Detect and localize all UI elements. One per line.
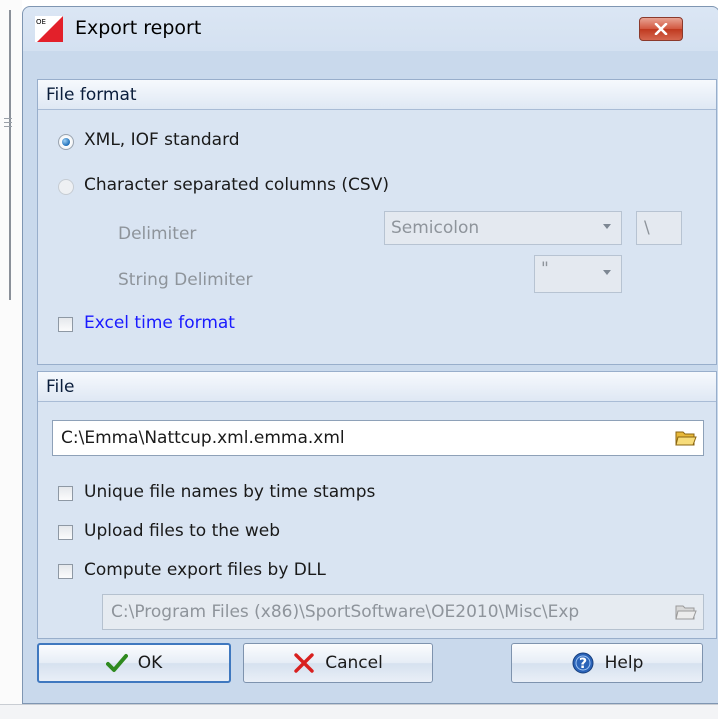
background-tick xyxy=(4,122,12,123)
delimiter-custom-value: \ xyxy=(644,218,650,238)
background-tick xyxy=(4,126,12,127)
compute-dll-label[interactable]: Compute export files by DLL xyxy=(84,560,326,580)
dll-path-value: C:\Program Files (x86)\SportSoftware\OE2… xyxy=(111,602,580,622)
help-button[interactable]: ? Help xyxy=(511,643,703,683)
file-path-input[interactable]: C:\Emma\Nattcup.xml.emma.xml xyxy=(52,420,704,456)
string-delimiter-label: String Delimiter xyxy=(118,270,253,290)
folder-open-icon[interactable] xyxy=(675,429,697,447)
upload-web-checkbox[interactable] xyxy=(58,525,73,540)
cancel-x-icon xyxy=(294,653,314,673)
close-button[interactable] xyxy=(639,17,683,41)
unique-names-label[interactable]: Unique file names by time stamps xyxy=(84,482,375,502)
upload-web-label[interactable]: Upload files to the web xyxy=(84,521,280,541)
svg-text:OE: OE xyxy=(36,18,46,26)
excel-time-label[interactable]: Excel time format xyxy=(84,313,235,333)
folder-open-icon[interactable] xyxy=(675,603,697,621)
delimiter-custom-input[interactable]: \ xyxy=(636,211,682,245)
help-button-label: Help xyxy=(604,653,644,673)
xml-radio[interactable] xyxy=(58,134,74,150)
close-icon xyxy=(654,23,668,35)
delimiter-select[interactable]: Semicolon xyxy=(384,211,622,245)
xml-radio-label[interactable]: XML, IOF standard xyxy=(84,130,240,150)
string-delimiter-value: " xyxy=(541,259,549,279)
chevron-down-icon xyxy=(603,224,611,229)
unique-names-checkbox[interactable] xyxy=(58,486,73,501)
ok-button-label: OK xyxy=(137,653,163,673)
compute-dll-checkbox[interactable] xyxy=(58,564,73,579)
delimiter-value: Semicolon xyxy=(391,218,480,238)
background-tick xyxy=(4,118,12,119)
help-icon: ? xyxy=(572,652,594,674)
file-format-panel: File format XML, IOF standard Character … xyxy=(37,79,717,365)
dll-path-input[interactable]: C:\Program Files (x86)\SportSoftware\OE2… xyxy=(102,594,704,630)
csv-radio[interactable] xyxy=(58,179,74,195)
cancel-button[interactable]: Cancel xyxy=(243,643,433,683)
file-format-header: File format xyxy=(38,80,716,110)
export-report-dialog: OE Export report File format XML, IOF st… xyxy=(22,6,718,704)
chevron-down-icon xyxy=(603,270,611,275)
csv-radio-label[interactable]: Character separated columns (CSV) xyxy=(84,175,389,195)
oe-app-icon: OE xyxy=(35,16,63,42)
background-status-area xyxy=(0,704,718,719)
file-panel: File C:\Emma\Nattcup.xml.emma.xml Unique… xyxy=(37,371,717,639)
file-header: File xyxy=(38,372,716,402)
background-window-edge xyxy=(0,0,22,718)
title-bar[interactable]: OE Export report xyxy=(23,7,718,51)
excel-time-checkbox[interactable] xyxy=(58,317,73,332)
delimiter-label: Delimiter xyxy=(118,224,197,244)
svg-text:?: ? xyxy=(579,656,587,672)
file-path-value: C:\Emma\Nattcup.xml.emma.xml xyxy=(61,428,345,448)
background-divider xyxy=(9,10,11,300)
checkmark-icon xyxy=(105,654,128,672)
window-title: Export report xyxy=(75,17,202,39)
cancel-button-label: Cancel xyxy=(325,653,383,673)
string-delimiter-select[interactable]: " xyxy=(534,255,622,293)
ok-button[interactable]: OK xyxy=(37,643,231,683)
